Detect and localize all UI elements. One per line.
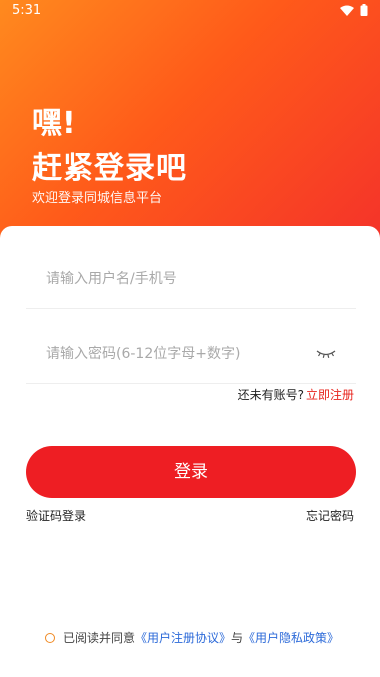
hero-banner: 5:31 嘿! 赶紧登录吧 欢迎登录同城信息平台 (0, 0, 380, 250)
login-card: 请输入用户名/手机号 请输入密码(6-12位字母+数字) 还未有账号? 立即注册 … (0, 226, 380, 677)
battery-icon (360, 4, 368, 16)
agree-radio-icon[interactable] (45, 632, 55, 643)
status-bar: 5:31 (0, 0, 380, 22)
username-field[interactable]: 请输入用户名/手机号 (26, 248, 356, 309)
no-account-text: 还未有账号? (237, 388, 304, 402)
user-agreement-link[interactable]: 《用户注册协议》 (135, 629, 231, 646)
wifi-icon (340, 5, 354, 16)
privacy-policy-link[interactable]: 《用户隐私政策》 (243, 629, 339, 646)
eye-closed-icon[interactable] (316, 345, 336, 364)
status-time: 5:31 (12, 3, 42, 18)
welcome-subtitle: 欢迎登录同城信息平台 (32, 191, 163, 206)
register-row: 还未有账号? 立即注册 (238, 386, 354, 403)
agreement-conjunction: 与 (231, 631, 244, 645)
agreement-prefix: 已阅读并同意 (63, 631, 136, 645)
login-button[interactable]: 登录 (26, 446, 356, 498)
sms-login-link[interactable]: 验证码登录 (26, 507, 86, 524)
headline-text: 赶紧登录吧 (32, 151, 187, 186)
greeting-text: 嘿! (32, 106, 76, 141)
password-field[interactable]: 请输入密码(6-12位字母+数字) (26, 323, 356, 384)
forgot-password-link[interactable]: 忘记密码 (306, 507, 354, 524)
status-icons (340, 4, 368, 16)
username-placeholder: 请输入用户名/手机号 (46, 271, 177, 287)
agreement-row: 已阅读并同意 《用户注册协议》 与 《用户隐私政策》 (45, 629, 339, 646)
password-placeholder: 请输入密码(6-12位字母+数字) (46, 346, 241, 362)
register-link[interactable]: 立即注册 (306, 388, 354, 402)
